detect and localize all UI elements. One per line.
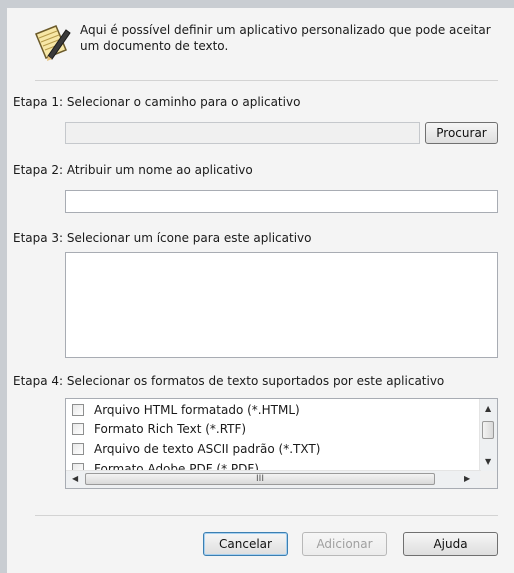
horizontal-scroll-thumb[interactable]: III bbox=[85, 473, 435, 485]
scroll-down-arrow-icon[interactable]: ▼ bbox=[485, 457, 491, 466]
icon-selection-list[interactable] bbox=[65, 252, 498, 358]
step1-label: Etapa 1: Selecionar o caminho para o apl… bbox=[13, 95, 301, 109]
add-button[interactable]: Adicionar bbox=[302, 532, 387, 556]
browse-button[interactable]: Procurar bbox=[425, 122, 498, 144]
scroll-left-arrow-icon[interactable]: ◀ bbox=[72, 474, 78, 483]
format-list[interactable]: Arquivo HTML formatado (*.HTML) Formato … bbox=[65, 398, 498, 489]
application-name-field[interactable] bbox=[65, 190, 498, 213]
format-html-label: Arquivo HTML formatado (*.HTML) bbox=[94, 403, 300, 417]
scroll-up-arrow-icon[interactable]: ▲ bbox=[485, 404, 491, 413]
format-list-vertical-scrollbar[interactable]: ▲ ▼ bbox=[479, 399, 497, 471]
cancel-button[interactable]: Cancelar bbox=[203, 532, 288, 556]
step2-label: Etapa 2: Atribuir um nome ao aplicativo bbox=[13, 163, 253, 177]
step4-label: Etapa 4: Selecionar os formatos de texto… bbox=[13, 374, 445, 388]
notepad-pencil-icon bbox=[35, 25, 71, 61]
format-rtf-checkbox[interactable] bbox=[72, 423, 84, 435]
format-rtf-label: Formato Rich Text (*.RTF) bbox=[94, 422, 247, 436]
format-item-txt[interactable]: Arquivo de texto ASCII padrão (*.TXT) bbox=[72, 441, 472, 459]
format-list-horizontal-scrollbar[interactable]: ◀ III ▶ bbox=[66, 470, 481, 488]
scroll-right-arrow-icon[interactable]: ▶ bbox=[464, 474, 470, 483]
vertical-scroll-thumb[interactable] bbox=[482, 421, 494, 439]
header-description: Aqui é possível definir um aplicativo pe… bbox=[80, 23, 491, 53]
format-txt-label: Arquivo de texto ASCII padrão (*.TXT) bbox=[94, 442, 321, 456]
format-item-html[interactable]: Arquivo HTML formatado (*.HTML) bbox=[72, 402, 472, 420]
application-path-field[interactable] bbox=[65, 122, 420, 144]
help-button[interactable]: Ajuda bbox=[403, 532, 498, 556]
scrollbar-corner bbox=[480, 471, 497, 488]
window-left-border bbox=[0, 0, 7, 573]
footer-divider bbox=[35, 515, 498, 516]
scroll-grip: III bbox=[256, 474, 264, 484]
format-html-checkbox[interactable] bbox=[72, 404, 84, 416]
step3-label: Etapa 3: Selecionar um ícone para este a… bbox=[13, 231, 312, 245]
format-item-rtf[interactable]: Formato Rich Text (*.RTF) bbox=[72, 421, 472, 439]
header-divider bbox=[35, 80, 498, 81]
window-top-border bbox=[0, 0, 514, 8]
format-txt-checkbox[interactable] bbox=[72, 443, 84, 455]
